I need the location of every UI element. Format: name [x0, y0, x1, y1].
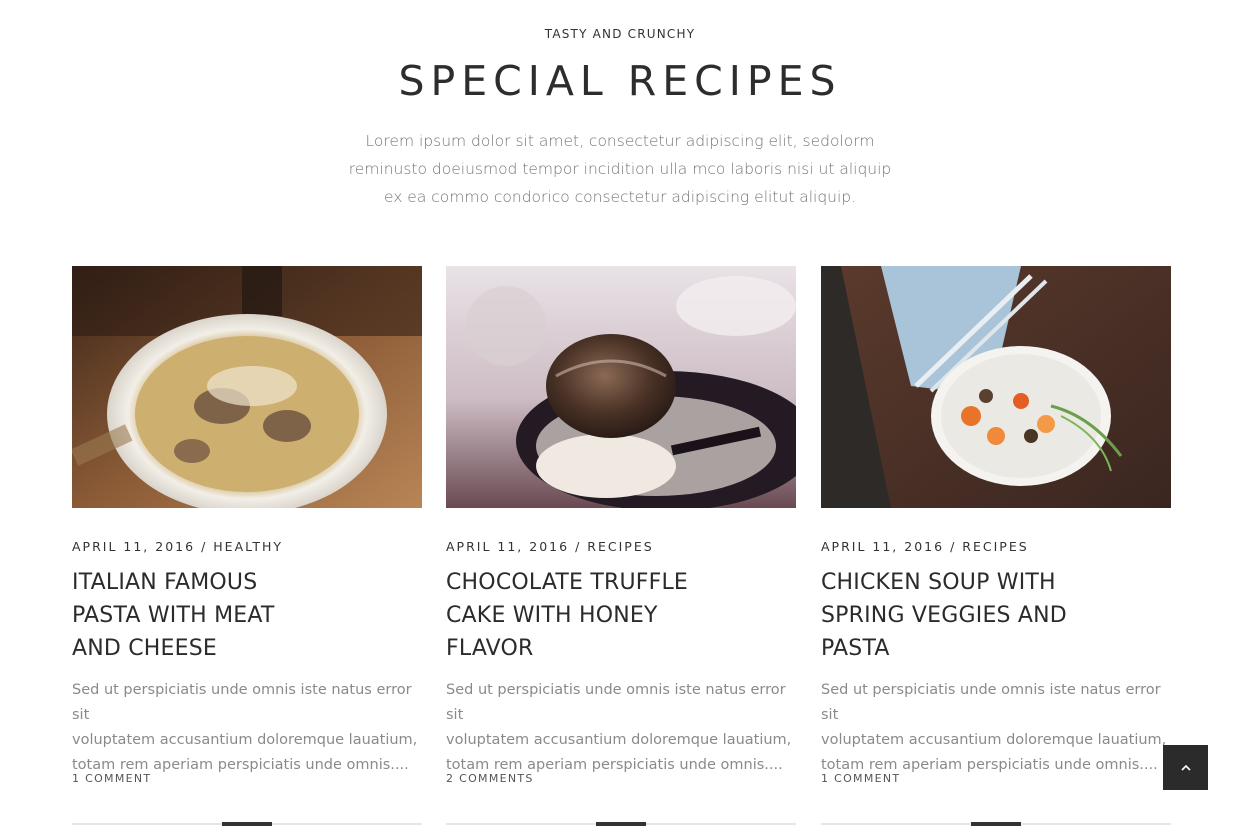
- post-image-pasta[interactable]: [72, 266, 422, 508]
- card-divider-accent: [222, 822, 272, 826]
- post-date[interactable]: APRIL 11, 2016: [821, 539, 944, 554]
- title-line[interactable]: FLAVOR: [446, 636, 534, 661]
- title-line[interactable]: CHOCOLATE TRUFFLE: [446, 570, 688, 595]
- meta-separator: /: [575, 539, 582, 554]
- post-title[interactable]: CHOCOLATE TRUFFLE CAKE WITH HONEY FLAVOR: [446, 566, 776, 665]
- post-excerpt: Sed ut perspiciatis unde omnis iste natu…: [821, 678, 1173, 778]
- title-line[interactable]: PASTA WITH MEAT: [72, 603, 275, 628]
- recipe-card: APRIL 11, 2016 / RECIPES CHOCOLATE TRUFFLE…: [446, 266, 797, 826]
- meta-separator: /: [950, 539, 957, 554]
- excerpt-line: Sed ut perspiciatis unde omnis iste natu…: [72, 682, 412, 723]
- intro-line: ex ea commo condorico consectetur adipis…: [383, 188, 857, 206]
- post-title[interactable]: CHICKEN SOUP WITH SPRING VEGGIES AND PAS…: [821, 566, 1151, 665]
- excerpt-line: Sed ut perspiciatis unde omnis iste natu…: [821, 682, 1161, 723]
- intro-line: reminusto doeiusmod tempor incidition ul…: [348, 160, 892, 178]
- post-excerpt: Sed ut perspiciatis unde omnis iste natu…: [72, 678, 424, 778]
- title-line[interactable]: PASTA: [821, 636, 890, 661]
- post-category[interactable]: RECIPES: [962, 539, 1028, 554]
- intro-line: Lorem ipsum dolor sit amet, consectetur …: [365, 132, 875, 150]
- post-title[interactable]: ITALIAN FAMOUS PASTA WITH MEAT AND CHEES…: [72, 566, 402, 665]
- recipe-card: APRIL 11, 2016 / HEALTHY ITALIAN FAMOUS PA…: [72, 266, 423, 826]
- post-date[interactable]: APRIL 11, 2016: [72, 539, 195, 554]
- excerpt-line: totam rem aperiam perspiciatis unde omni…: [821, 757, 1158, 773]
- title-line[interactable]: CHICKEN SOUP WITH: [821, 570, 1056, 595]
- section-title: SPECIAL RECIPES: [398, 57, 842, 105]
- excerpt-line: totam rem aperiam perspiciatis unde omni…: [446, 757, 783, 773]
- post-image-bread[interactable]: [446, 266, 796, 508]
- excerpt-line: Sed ut perspiciatis unde omnis iste natu…: [446, 682, 786, 723]
- post-meta: APRIL 11, 2016 / RECIPES: [446, 539, 654, 554]
- recipe-card: APRIL 11, 2016 / RECIPES CHICKEN SOUP WITH…: [821, 266, 1172, 826]
- section-intro: Lorem ipsum dolor sit amet, consectetur …: [340, 127, 900, 211]
- title-line[interactable]: CAKE WITH HONEY: [446, 603, 658, 628]
- title-line[interactable]: SPRING VEGGIES AND: [821, 603, 1067, 628]
- comments-link[interactable]: 1 COMMENT: [821, 772, 900, 785]
- bread-dessert-photo: [446, 266, 796, 508]
- chevron-up-icon: [1180, 764, 1191, 771]
- excerpt-line: voluptatem accusantium doloremque lauati…: [821, 732, 1167, 748]
- meta-separator: /: [201, 539, 208, 554]
- excerpt-line: voluptatem accusantium doloremque lauati…: [72, 732, 418, 748]
- card-divider-accent: [596, 822, 646, 826]
- title-line[interactable]: ITALIAN FAMOUS: [72, 570, 257, 595]
- pasta-dish-photo: [72, 266, 422, 508]
- post-date[interactable]: APRIL 11, 2016: [446, 539, 569, 554]
- excerpt-line: totam rem aperiam perspiciatis unde omni…: [72, 757, 409, 773]
- post-excerpt: Sed ut perspiciatis unde omnis iste natu…: [446, 678, 798, 778]
- post-meta: APRIL 11, 2016 / RECIPES: [821, 539, 1029, 554]
- post-category[interactable]: HEALTHY: [213, 539, 283, 554]
- post-meta: APRIL 11, 2016 / HEALTHY: [72, 539, 283, 554]
- card-divider-accent: [971, 822, 1021, 826]
- section-eyebrow: TASTY AND CRUNCHY: [544, 27, 696, 41]
- back-to-top-button[interactable]: [1163, 745, 1208, 790]
- vegetable-plate-photo: [821, 266, 1171, 508]
- post-image-vegetables[interactable]: [821, 266, 1171, 508]
- post-category[interactable]: RECIPES: [587, 539, 653, 554]
- comments-link[interactable]: 2 COMMENTS: [446, 772, 534, 785]
- excerpt-line: voluptatem accusantium doloremque lauati…: [446, 732, 792, 748]
- title-line[interactable]: AND CHEESE: [72, 636, 217, 661]
- comments-link[interactable]: 1 COMMENT: [72, 772, 151, 785]
